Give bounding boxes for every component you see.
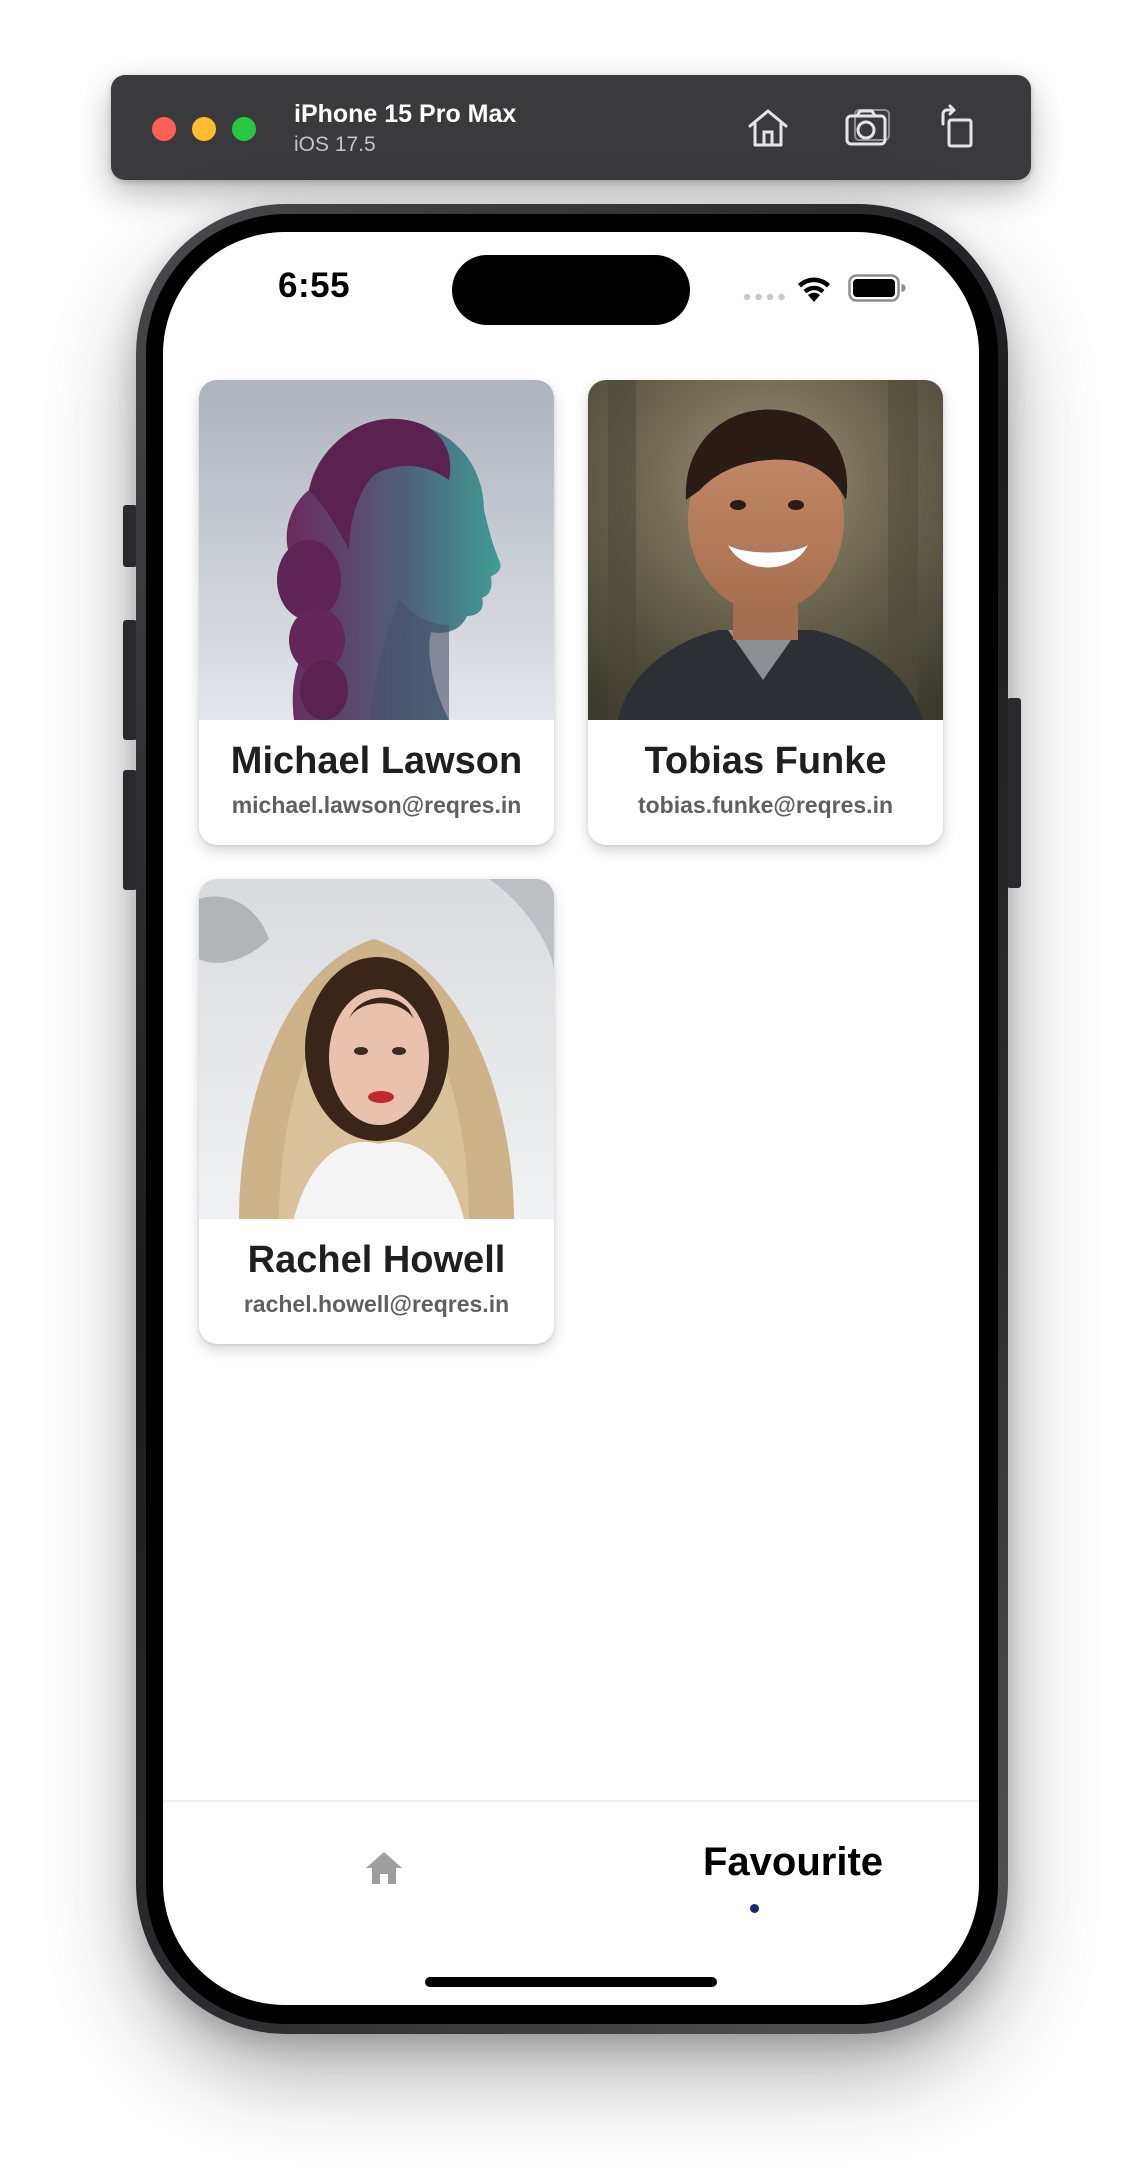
volume-up-button — [123, 620, 137, 740]
status-time: 6:55 — [278, 266, 351, 305]
user-avatar — [588, 380, 943, 720]
nav-home-tab[interactable] — [363, 1848, 405, 1888]
os-version: iOS 17.5 — [294, 133, 376, 156]
user-email: tobias.funke@reqres.in — [637, 792, 894, 818]
user-card[interactable]: Rachel Howell rachel.howell@reqres.in — [199, 879, 554, 1344]
volume-down-button — [123, 770, 137, 890]
wifi-icon — [798, 277, 830, 302]
simulator-screenshot-button[interactable] — [843, 104, 891, 152]
power-button — [1007, 698, 1021, 888]
signal-icon — [743, 293, 785, 301]
user-avatar — [199, 879, 554, 1219]
device-name: iPhone 15 Pro Max — [294, 100, 517, 128]
user-email: rachel.howell@reqres.in — [243, 1291, 510, 1317]
user-card[interactable]: Tobias Funke tobias.funke@reqres.in — [588, 380, 943, 845]
zoom-window-button[interactable] — [232, 117, 256, 141]
user-avatar — [199, 380, 554, 720]
home-indicator[interactable] — [425, 1977, 717, 1987]
bottom-nav-divider — [163, 1800, 979, 1802]
close-window-button[interactable] — [152, 117, 176, 141]
home-icon — [748, 109, 788, 147]
active-tab-indicator — [750, 1904, 759, 1913]
dynamic-island — [452, 255, 690, 325]
action-button — [123, 505, 137, 567]
phone-screen: 6:55 Michael Lawson michael.lawson@reqre… — [163, 232, 979, 2005]
battery-icon — [848, 274, 906, 302]
simulator-home-button[interactable] — [744, 104, 792, 152]
simulator-rotate-button[interactable] — [935, 104, 983, 152]
camera-icon — [845, 109, 890, 146]
user-name: Tobias Funke — [644, 740, 887, 782]
home-icon — [366, 1852, 402, 1884]
user-card[interactable]: Michael Lawson michael.lawson@reqres.in — [199, 380, 554, 845]
minimize-window-button[interactable] — [192, 117, 216, 141]
user-name: Rachel Howell — [247, 1239, 506, 1281]
nav-favourite-tab[interactable]: Favourite — [663, 1840, 923, 1885]
rotate-icon — [941, 104, 973, 148]
simulator-window: iPhone 15 Pro Max iOS 17.5 6:55 Michael … — [0, 0, 1142, 2184]
user-name: Michael Lawson — [230, 740, 523, 782]
user-email: michael.lawson@reqres.in — [231, 792, 522, 818]
